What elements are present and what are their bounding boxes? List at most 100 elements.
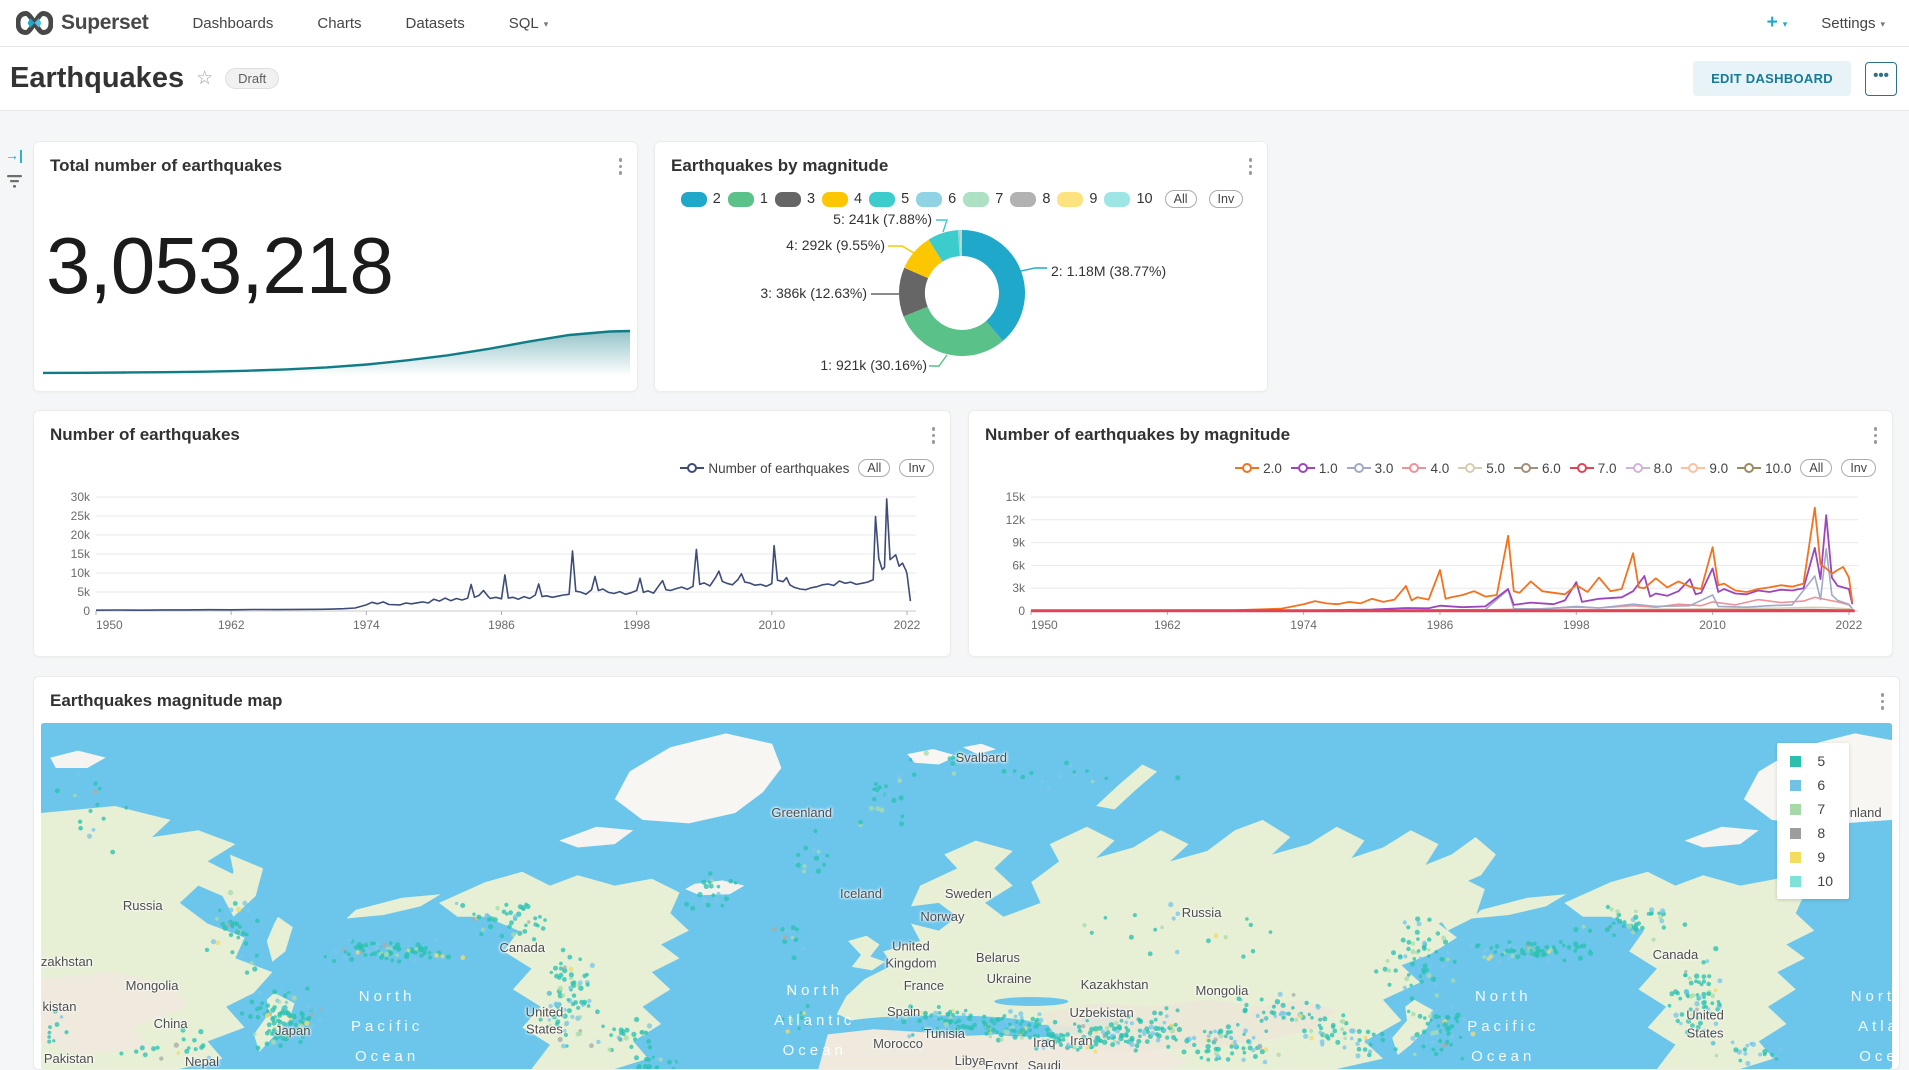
all-pill-button[interactable]: All: [858, 459, 890, 477]
map-label-france: France: [904, 977, 944, 995]
series-marker-icon: [1235, 462, 1259, 474]
y-tick-label: 0: [1018, 604, 1025, 618]
map-legend-item-6[interactable]: 6: [1790, 777, 1833, 793]
expand-filter-bar-icon[interactable]: →|: [5, 147, 23, 163]
superset-logo[interactable]: Superset: [16, 11, 148, 35]
legend-label: 7: [1817, 801, 1825, 817]
donut-label-2: 2: 1.18M (38.77%): [1051, 263, 1166, 279]
y-tick-label: 12k: [1006, 513, 1026, 527]
legend-swatch: [1790, 780, 1801, 791]
x-tick-label: 1974: [1290, 618, 1317, 632]
card-title: Total number of earthquakes: [50, 156, 282, 176]
donut-label-4: 4: 292k (9.55%): [786, 237, 885, 253]
map-label-sweden: Sweden: [945, 885, 992, 903]
nav-sql[interactable]: SQL▾: [509, 15, 549, 32]
map-label-pakistan: Pakistan: [44, 1050, 94, 1068]
donut-chart[interactable]: 2: 1.18M (38.77%)1: 921k (30.16%)3: 386k…: [655, 204, 1269, 384]
y-tick-label: 25k: [71, 509, 91, 523]
legend-label: 10: [1817, 873, 1833, 889]
donut-label-5: 5: 241k (7.88%): [833, 211, 932, 227]
legend-swatch: [1790, 852, 1801, 863]
legend-label: 9.0: [1709, 461, 1728, 476]
donut-slice-2[interactable]: [962, 230, 1025, 341]
legend-item-number-of-earthquakes[interactable]: Number of earthquakes: [680, 461, 849, 476]
map-legend-item-7[interactable]: 7: [1790, 801, 1833, 817]
new-item-button[interactable]: +▾: [1767, 12, 1788, 34]
chart-options-kebab-icon[interactable]: [1871, 424, 1881, 447]
dashboard-menu-button[interactable]: •••: [1865, 62, 1897, 96]
map-legend-item-8[interactable]: 8: [1790, 825, 1833, 841]
chart-options-kebab-icon[interactable]: [616, 155, 626, 178]
map-label-canada: Canada: [499, 939, 545, 957]
legend-item-8.0[interactable]: 8.0: [1626, 461, 1673, 476]
nav-datasets[interactable]: Datasets: [406, 15, 465, 32]
chart-options-kebab-icon[interactable]: [1878, 690, 1888, 713]
map-label-iran: Iran: [1070, 1033, 1092, 1051]
legend-item-2.0[interactable]: 2.0: [1235, 461, 1282, 476]
map-label-norway: Norway: [920, 908, 964, 926]
chevron-down-icon: ▾: [544, 19, 549, 29]
chart-options-kebab-icon[interactable]: [1246, 155, 1256, 178]
dashboard-header: Earthquakes ☆ Draft EDIT DASHBOARD •••: [0, 47, 1909, 111]
series-marker-icon: [1347, 462, 1371, 474]
inv-pill-button[interactable]: Inv: [1841, 459, 1876, 477]
infinity-logo-icon: [16, 11, 53, 35]
chart-options-kebab-icon[interactable]: [929, 424, 939, 447]
map-label-mongolia: Mongolia: [126, 977, 179, 995]
map-legend-item-9[interactable]: 9: [1790, 849, 1833, 865]
y-tick-label: 10k: [71, 566, 91, 580]
map-label-uzbekistan: Uzbekistan: [1069, 1004, 1133, 1022]
series-marker-icon: [1626, 462, 1650, 474]
series-marker-icon: [1514, 462, 1538, 474]
series-marker-icon: [1458, 462, 1482, 474]
legend-label: 2.0: [1263, 461, 1282, 476]
map-label-tunisia: Tunisia: [924, 1026, 965, 1044]
legend-item-5.0[interactable]: 5.0: [1458, 461, 1505, 476]
x-tick-label: 1986: [488, 618, 515, 632]
legend-item-6.0[interactable]: 6.0: [1514, 461, 1561, 476]
x-tick-label: 2022: [1836, 618, 1863, 632]
map-legend-item-5[interactable]: 5: [1790, 753, 1833, 769]
legend-item-10.0[interactable]: 10.0: [1737, 461, 1791, 476]
legend-item-3.0[interactable]: 3.0: [1347, 461, 1394, 476]
x-tick-label: 1962: [1154, 618, 1181, 632]
chevron-down-icon: ▾: [1880, 19, 1885, 29]
inv-pill-button[interactable]: Inv: [899, 459, 934, 477]
map-legend-item-10[interactable]: 10: [1790, 873, 1833, 889]
top-navbar: Superset Dashboards Charts Datasets SQL▾…: [0, 0, 1909, 47]
legend-item-1.0[interactable]: 1.0: [1291, 461, 1338, 476]
series-marker-icon: [1681, 462, 1705, 474]
line-chart[interactable]: 05k10k15k20k25k30k1950196219741986199820…: [50, 489, 936, 641]
nav-charts[interactable]: Charts: [317, 15, 361, 32]
card-earthquakes-by-magnitude-lines: Number of earthquakes by magnitude 2.01.…: [968, 410, 1893, 657]
map-label-kistan: kistan: [43, 998, 77, 1016]
series-marker-icon: [1737, 462, 1761, 474]
multiline-chart[interactable]: 03k6k9k12k15k195019621974198619982010202…: [985, 489, 1878, 641]
legend-item-9.0[interactable]: 9.0: [1681, 461, 1728, 476]
donut-slice-1[interactable]: [904, 307, 1003, 356]
donut-label-3: 3: 386k (12.63%): [760, 285, 867, 301]
legend-item-4.0[interactable]: 4.0: [1402, 461, 1449, 476]
map-label-libya: Libya: [955, 1052, 986, 1069]
legend-label: 10.0: [1765, 461, 1791, 476]
settings-menu[interactable]: Settings▾: [1821, 15, 1885, 32]
x-tick-label: 1950: [1031, 618, 1058, 632]
edit-dashboard-button[interactable]: EDIT DASHBOARD: [1693, 61, 1851, 96]
brand-name: Superset: [61, 11, 148, 35]
map-label-united-states: United States: [526, 1003, 564, 1038]
favorite-star-icon[interactable]: ☆: [196, 67, 213, 90]
map-label-mongolia: Mongolia: [1196, 983, 1249, 1001]
map-label-russia: Russia: [123, 898, 163, 916]
filter-icon[interactable]: [6, 174, 23, 194]
legend-item-7.0[interactable]: 7.0: [1570, 461, 1617, 476]
nav-dashboards[interactable]: Dashboards: [192, 15, 273, 32]
x-tick-label: 1974: [353, 618, 380, 632]
map-label-china: China: [154, 1015, 188, 1033]
world-map[interactable]: North Pacific OceanNorth Atlantic OceanN…: [41, 723, 1892, 1069]
legend-label: 9: [1817, 849, 1825, 865]
y-tick-label: 0: [83, 604, 90, 618]
legend-label: 3.0: [1375, 461, 1394, 476]
all-pill-button[interactable]: All: [1800, 459, 1832, 477]
card-title: Earthquakes magnitude map: [50, 691, 282, 711]
map-label-japan: Japan: [275, 1022, 310, 1040]
